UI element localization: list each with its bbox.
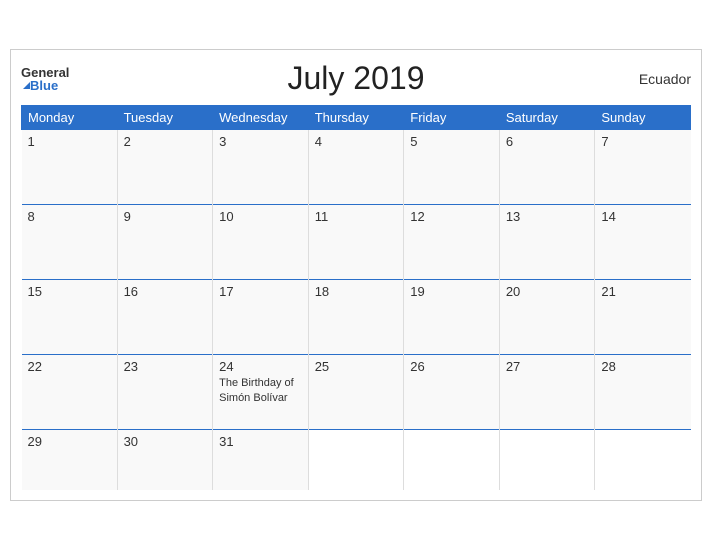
- calendar-day-cell: 30: [117, 430, 213, 490]
- day-number: 5: [410, 134, 493, 149]
- calendar-day-cell: 22: [22, 355, 118, 430]
- day-number: 2: [124, 134, 207, 149]
- day-number: 6: [506, 134, 589, 149]
- calendar-day-cell: 15: [22, 280, 118, 355]
- header-saturday: Saturday: [499, 106, 595, 130]
- calendar-day-cell: 7: [595, 130, 691, 205]
- day-number: 23: [124, 359, 207, 374]
- calendar-day-cell: 24 The Birthday of Simón Bolívar: [213, 355, 309, 430]
- calendar-week-row: 1234567: [22, 130, 691, 205]
- calendar-day-cell: 21: [595, 280, 691, 355]
- day-number: 1: [28, 134, 111, 149]
- logo: General Blue: [21, 66, 69, 92]
- calendar-day-cell: 5: [404, 130, 500, 205]
- day-number: 3: [219, 134, 302, 149]
- calendar-day-cell: 25: [308, 355, 404, 430]
- calendar-day-cell: 26: [404, 355, 500, 430]
- day-number: 15: [28, 284, 111, 299]
- logo-triangle-icon: [23, 82, 30, 89]
- header-monday: Monday: [22, 106, 118, 130]
- calendar-day-cell: 6: [499, 130, 595, 205]
- header-thursday: Thursday: [308, 106, 404, 130]
- calendar-week-row: 29 30 31: [22, 430, 691, 490]
- calendar-day-cell: [308, 430, 404, 490]
- calendar-day-cell: 19: [404, 280, 500, 355]
- calendar-day-cell: 8: [22, 205, 118, 280]
- day-number: 17: [219, 284, 302, 299]
- day-number: 29: [28, 434, 111, 449]
- calendar-week-row: 15 16 17 18 19 20 21: [22, 280, 691, 355]
- calendar-day-cell: 31: [213, 430, 309, 490]
- day-number: 21: [601, 284, 684, 299]
- day-number: 26: [410, 359, 493, 374]
- calendar-header: General Blue July 2019 Ecuador: [21, 60, 691, 97]
- day-number: 22: [28, 359, 111, 374]
- calendar-day-cell: 29: [22, 430, 118, 490]
- day-number: 9: [124, 209, 207, 224]
- calendar-day-cell: 28: [595, 355, 691, 430]
- day-number: 19: [410, 284, 493, 299]
- weekday-header-row: Monday Tuesday Wednesday Thursday Friday…: [22, 106, 691, 130]
- day-number: 14: [601, 209, 684, 224]
- header-friday: Friday: [404, 106, 500, 130]
- calendar-table: Monday Tuesday Wednesday Thursday Friday…: [21, 105, 691, 490]
- day-number: 27: [506, 359, 589, 374]
- day-number: 13: [506, 209, 589, 224]
- logo-blue-text: Blue: [21, 79, 69, 92]
- calendar-day-cell: 27: [499, 355, 595, 430]
- calendar-country: Ecuador: [639, 71, 691, 87]
- calendar-container: General Blue July 2019 Ecuador Monday Tu…: [10, 49, 702, 501]
- calendar-day-cell: [499, 430, 595, 490]
- calendar-day-cell: 20: [499, 280, 595, 355]
- calendar-day-cell: 9: [117, 205, 213, 280]
- calendar-day-cell: 2: [117, 130, 213, 205]
- day-number: 12: [410, 209, 493, 224]
- calendar-day-cell: [595, 430, 691, 490]
- event-label: The Birthday of Simón Bolívar: [219, 376, 302, 405]
- calendar-day-cell: 23: [117, 355, 213, 430]
- day-number: 28: [601, 359, 684, 374]
- calendar-day-cell: 12: [404, 205, 500, 280]
- header-sunday: Sunday: [595, 106, 691, 130]
- day-number: 4: [315, 134, 398, 149]
- day-number: 24: [219, 359, 302, 374]
- day-number: 16: [124, 284, 207, 299]
- calendar-day-cell: 16: [117, 280, 213, 355]
- day-number: 20: [506, 284, 589, 299]
- calendar-day-cell: 14: [595, 205, 691, 280]
- calendar-day-cell: 10: [213, 205, 309, 280]
- day-number: 11: [315, 209, 398, 224]
- calendar-day-cell: 11: [308, 205, 404, 280]
- calendar-day-cell: 17: [213, 280, 309, 355]
- day-number: 10: [219, 209, 302, 224]
- logo-blue-label: Blue: [30, 79, 58, 92]
- day-number: 31: [219, 434, 302, 449]
- calendar-day-cell: 13: [499, 205, 595, 280]
- calendar-day-cell: [404, 430, 500, 490]
- day-number: 30: [124, 434, 207, 449]
- calendar-title: July 2019: [21, 60, 691, 97]
- day-number: 18: [315, 284, 398, 299]
- calendar-day-cell: 18: [308, 280, 404, 355]
- day-number: 8: [28, 209, 111, 224]
- day-number: 7: [601, 134, 684, 149]
- calendar-week-row: 22 23 24 The Birthday of Simón Bolívar 25 26 2…: [22, 355, 691, 430]
- calendar-day-cell: 3: [213, 130, 309, 205]
- calendar-day-cell: 4: [308, 130, 404, 205]
- header-tuesday: Tuesday: [117, 106, 213, 130]
- calendar-week-row: 89 10 11 12 13 14: [22, 205, 691, 280]
- calendar-day-cell: 1: [22, 130, 118, 205]
- day-number: 25: [315, 359, 398, 374]
- header-wednesday: Wednesday: [213, 106, 309, 130]
